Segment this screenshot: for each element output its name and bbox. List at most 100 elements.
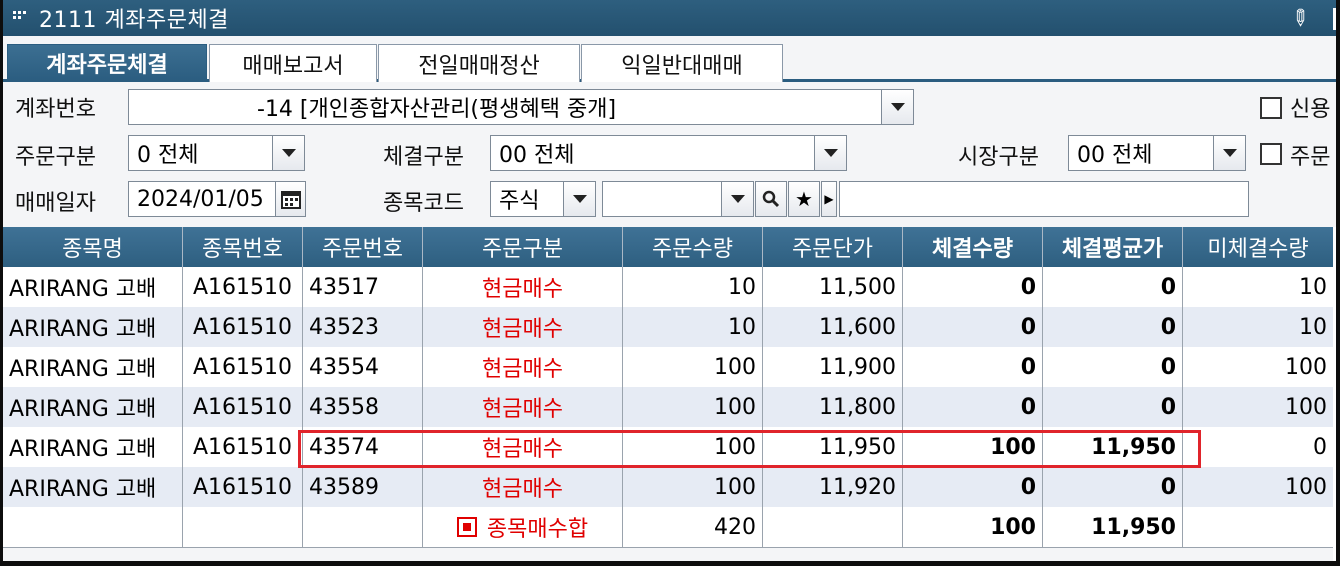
cell-order-type: 현금매수 (423, 387, 623, 427)
col-order-price[interactable]: 주문단가 (763, 227, 903, 267)
cell-exec-qty: 0 (903, 307, 1043, 347)
table-row[interactable]: ARIRANG 고배 A161510 43523 현금매수 10 11,600 0 0 10 (3, 307, 1333, 347)
order-checkbox[interactable] (1260, 143, 1282, 165)
title-edge (1333, 8, 1336, 30)
calendar-button[interactable] (275, 182, 305, 216)
pin-icon[interactable]: ✎ (1283, 3, 1314, 34)
tab-previous-day-settlement[interactable]: 전일매매정산 (378, 44, 580, 82)
chevron-right-icon: ▶ (824, 192, 834, 206)
summary-avg-price: 11,950 (1043, 507, 1183, 547)
col-stock-code[interactable]: 종목번호 (183, 227, 303, 267)
col-exec-qty[interactable]: 체결수량 (903, 227, 1043, 267)
cell-order-price: 11,920 (763, 467, 903, 507)
summary-cell-empty (303, 507, 423, 547)
cell-order-price: 11,500 (763, 267, 903, 307)
title-bar[interactable]: 2111 계좌주문체결 ✎ (3, 0, 1336, 36)
order-grid: 종목명 종목번호 주문번호 주문구분 주문수량 주문단가 체결수량 체결평균가 … (3, 227, 1336, 561)
exec-type-dropdown-button[interactable] (814, 136, 846, 170)
cell-exec-avg-price: 0 (1043, 467, 1183, 507)
cell-order-type: 현금매수 (423, 307, 623, 347)
cell-order-type: 현금매수 (423, 467, 623, 507)
cell-order-number: 43523 (303, 307, 423, 347)
table-row[interactable]: ARIRANG 고배 A161510 43517 현금매수 10 11,500 0 0 10 (3, 267, 1333, 307)
cell-unfilled-qty: 100 (1285, 474, 1327, 500)
summary-order-qty: 420 (623, 507, 763, 547)
cell-order-qty: 100 (623, 347, 763, 387)
cell-stock-name: ARIRANG 고배 (3, 427, 183, 467)
cell-order-price: 11,900 (763, 347, 903, 387)
exec-type-select[interactable]: 00 전체 (490, 135, 847, 171)
summary-icon (456, 517, 477, 537)
cell-order-number: 43558 (303, 387, 423, 427)
cell-unfilled-qty: 100 (1285, 354, 1327, 380)
cell-stock-code: A161510 (183, 387, 303, 427)
col-order-number[interactable]: 주문번호 (303, 227, 423, 267)
code-dropdown-button[interactable] (721, 182, 753, 216)
cell-order-number: 43517 (303, 267, 423, 307)
market-select[interactable]: 00 전체 (1068, 135, 1246, 171)
order-execution-window: 2111 계좌주문체결 ✎ 계좌주문체결 매매보고서 전일매매정산 익일반대매매… (0, 0, 1340, 566)
col-unfilled-qty[interactable]: 미체결수량 (1183, 227, 1333, 267)
col-order-type[interactable]: 주문구분 (423, 227, 623, 267)
window-title: 2111 계좌주문체결 (39, 8, 229, 33)
cell-stock-name: ARIRANG 고배 (3, 267, 183, 307)
market-value: 00 전체 (1077, 143, 1153, 168)
code-type-dropdown-button[interactable] (563, 182, 595, 216)
trade-date-value: 2024/01/05 (137, 186, 264, 212)
market-dropdown-button[interactable] (1213, 136, 1245, 170)
expand-button[interactable]: ▶ (821, 181, 837, 217)
trade-date-label: 매매일자 (15, 191, 96, 216)
exec-type-label: 체결구분 (383, 145, 464, 170)
filter-panel: 계좌번호 -14 [개인종합자산관리(평생혜택 중개] 신용 주문구분 0 전체… (3, 85, 1336, 227)
cell-order-qty: 10 (623, 307, 763, 347)
search-icon (762, 190, 780, 208)
cell-stock-code: A161510 (183, 267, 303, 307)
tab-account-order-execution[interactable]: 계좌주문체결 (7, 44, 207, 82)
trade-date-input[interactable]: 2024/01/05 (128, 181, 306, 217)
order-type-select[interactable]: 0 전체 (128, 135, 305, 171)
code-type-select[interactable]: 주식 (490, 181, 596, 217)
cell-exec-avg-price: 0 (1043, 347, 1183, 387)
cell-order-qty: 10 (623, 267, 763, 307)
grid-header: 종목명 종목번호 주문번호 주문구분 주문수량 주문단가 체결수량 체결평균가 … (3, 227, 1333, 267)
search-button[interactable] (755, 181, 787, 217)
summary-row[interactable]: 종목매수합 420 100 11,950 (3, 507, 1333, 547)
chevron-down-icon (823, 149, 838, 157)
account-value: -14 [개인종합자산관리(평생혜택 중개] (257, 97, 617, 122)
cell-exec-avg-price: 0 (1043, 267, 1183, 307)
table-row[interactable]: ARIRANG 고배 A161510 43589 현금매수 100 11,920 0 0 100 (3, 467, 1333, 507)
cell-order-number: 43554 (303, 347, 423, 387)
table-row[interactable]: ARIRANG 고배 A161510 43554 현금매수 100 11,900 0 0 100 (3, 347, 1333, 387)
col-order-qty[interactable]: 주문수량 (623, 227, 763, 267)
highlight-box (298, 430, 1201, 468)
cell-order-price: 11,800 (763, 387, 903, 427)
cell-stock-code: A161510 (183, 307, 303, 347)
summary-cell-empty (763, 507, 903, 547)
summary-exec-qty: 100 (903, 507, 1043, 547)
table-row[interactable]: ARIRANG 고배 A161510 43558 현금매수 100 11,800 0 0 100 (3, 387, 1333, 427)
account-select[interactable]: -14 [개인종합자산관리(평생혜택 중개] (128, 89, 914, 125)
grip-icon[interactable] (11, 7, 33, 29)
credit-label: 신용 (1290, 97, 1331, 122)
cell-exec-qty: 0 (903, 267, 1043, 307)
order-type-dropdown-button[interactable] (272, 136, 304, 170)
cell-stock-code: A161510 (183, 467, 303, 507)
credit-checkbox[interactable] (1260, 97, 1282, 119)
col-exec-avg-price[interactable]: 체결평균가 (1043, 227, 1183, 267)
code-input[interactable] (602, 181, 754, 217)
cell-order-qty: 100 (623, 467, 763, 507)
cell-order-number: 43589 (303, 467, 423, 507)
code-label: 종목코드 (383, 191, 464, 216)
col-stock-name[interactable]: 종목명 (3, 227, 183, 267)
cell-exec-qty: 0 (903, 347, 1043, 387)
tab-bar: 계좌주문체결 매매보고서 전일매매정산 익일반대매매 (3, 40, 1336, 82)
summary-label-cell: 종목매수합 (423, 507, 623, 547)
tab-next-day-reverse-trade[interactable]: 익일반대매매 (581, 44, 783, 82)
tab-trade-report[interactable]: 매매보고서 (209, 44, 377, 82)
favorite-button[interactable]: ★ (788, 181, 820, 217)
chevron-down-icon (281, 149, 296, 157)
cell-order-type: 현금매수 (423, 347, 623, 387)
account-dropdown-button[interactable] (881, 90, 913, 124)
cell-unfilled-qty: 0 (1313, 434, 1327, 460)
cell-exec-qty: 0 (903, 387, 1043, 427)
